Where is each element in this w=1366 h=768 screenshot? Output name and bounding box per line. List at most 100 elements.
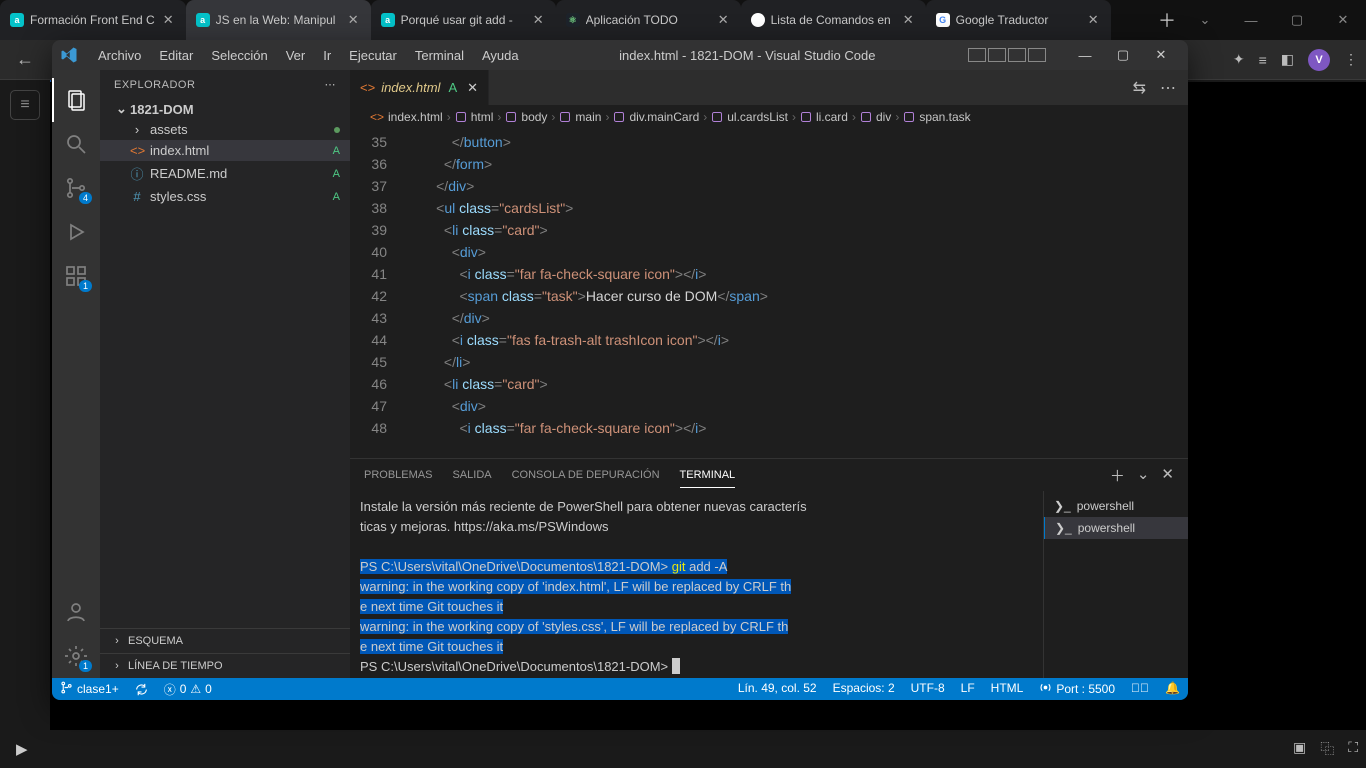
terminal-instance[interactable]: ❯_powershell (1044, 517, 1188, 539)
close-icon[interactable]: ✕ (1320, 0, 1366, 40)
code-line[interactable]: 42 <span class="task">Hacer curso de DOM… (350, 285, 1188, 307)
breadcrumb-item[interactable]: main (559, 110, 601, 124)
encoding-indicator[interactable]: UTF-8 (903, 681, 953, 695)
maximize-icon[interactable]: ▢ (1274, 0, 1320, 40)
vscode-maximize-icon[interactable]: ▢ (1104, 40, 1142, 70)
browser-tab[interactable]: ⚛Aplicación TODO✕ (556, 0, 741, 40)
new-terminal-icon[interactable]: ＋ (1110, 459, 1125, 492)
minimize-icon[interactable]: ― (1228, 0, 1274, 40)
source-control-icon[interactable]: 4 (52, 166, 100, 210)
play-icon[interactable]: ▶ (8, 736, 36, 762)
code-line[interactable]: 46 <li class="card"> (350, 373, 1188, 395)
breadcrumb-item[interactable]: div (860, 110, 891, 124)
panel-tab-salida[interactable]: SALIDA (452, 463, 491, 487)
account-icon[interactable] (52, 590, 100, 634)
language-indicator[interactable]: HTML (983, 681, 1032, 695)
close-tab-icon[interactable]: ✕ (161, 12, 176, 28)
new-tab-button[interactable]: ＋ (1152, 0, 1182, 40)
profile-avatar[interactable]: V (1308, 49, 1330, 71)
live-server-indicator[interactable]: Port : 5500 (1031, 681, 1123, 697)
vscode-close-icon[interactable]: ✕ (1142, 40, 1180, 70)
menu-archivo[interactable]: Archivo (90, 44, 149, 67)
settings-gear-icon[interactable]: 1 (52, 634, 100, 678)
vscode-titlebar[interactable]: ArchivoEditarSelecciónVerIrEjecutarTermi… (52, 40, 1188, 70)
code-line[interactable]: 38 <ul class="cardsList"> (350, 197, 1188, 219)
notifications-icon[interactable]: 🔔 (1157, 681, 1188, 695)
layout-right-icon[interactable] (1008, 48, 1026, 62)
code-line[interactable]: 47 <div> (350, 395, 1188, 417)
code-line[interactable]: 44 <i class="fas fa-trash-alt trashIcon … (350, 329, 1188, 351)
code-line[interactable]: 40 <div> (350, 241, 1188, 263)
panel-tab-terminal[interactable]: TERMINAL (680, 463, 736, 488)
workspace-root[interactable]: ⌄ 1821-DOM (100, 99, 350, 119)
menu-ir[interactable]: Ir (315, 44, 339, 67)
menu-editar[interactable]: Editar (151, 44, 201, 67)
sidepanel-icon[interactable]: ◧ (1281, 51, 1294, 68)
layout-left-icon[interactable] (968, 48, 986, 62)
menu-selección[interactable]: Selección (203, 44, 275, 67)
more-icon[interactable]: ⋯ (1160, 78, 1176, 98)
breadcrumb-item[interactable]: ul.cardsList (711, 110, 788, 124)
eol-indicator[interactable]: LF (953, 681, 983, 695)
chevron-down-icon[interactable]: ⌄ (1182, 0, 1228, 40)
editor-tab-index-html[interactable]: <> index.html A ✕ (350, 70, 489, 105)
side-menu-icon[interactable]: ≡ (10, 90, 40, 120)
outline-section[interactable]: ›ESQUEMA (100, 628, 350, 653)
breadcrumb-item[interactable]: li.card (800, 110, 848, 124)
fullscreen-icon[interactable]: ⛶ (1348, 739, 1358, 759)
browser-tab[interactable]: GGoogle Traductor✕ (926, 0, 1111, 40)
menu-terminal[interactable]: Terminal (407, 44, 472, 67)
close-tab-icon[interactable]: ✕ (346, 12, 361, 28)
kebab-menu-icon[interactable]: ⋮ (1344, 51, 1358, 68)
close-tab-icon[interactable]: ✕ (901, 12, 916, 28)
code-editor[interactable]: 35 </button>36 </form>37 </div>38 <ul cl… (350, 129, 1188, 458)
panel-tab-consola-de-depuración[interactable]: CONSOLA DE DEPURACIÓN (512, 463, 660, 487)
problems-indicator[interactable]: ⓧ0 ⚠0 (156, 678, 220, 700)
split-terminal-icon[interactable]: ⌄ (1137, 459, 1150, 492)
vscode-minimize-icon[interactable]: ― (1066, 40, 1104, 70)
folder-assets[interactable]: ›assets (100, 119, 350, 140)
file-styles.css[interactable]: #styles.cssA (100, 186, 350, 207)
breadcrumb-item[interactable]: div.mainCard (613, 110, 699, 124)
code-line[interactable]: 35 </button> (350, 131, 1188, 153)
more-icon[interactable]: ⋯ (325, 78, 337, 91)
code-line[interactable]: 48 <i class="far fa-check-square icon"><… (350, 417, 1188, 439)
close-tab-icon[interactable]: ✕ (531, 12, 546, 28)
terminal-output[interactable]: Instale la versión más reciente de Power… (350, 491, 1043, 678)
playlist-icon[interactable]: ≡ (1259, 52, 1267, 68)
sync-indicator[interactable] (127, 678, 156, 700)
close-tab-icon[interactable]: ✕ (716, 12, 731, 28)
breadcrumbs[interactable]: <>index.html›html›body›main›div.mainCard… (350, 105, 1188, 129)
code-line[interactable]: 36 </form> (350, 153, 1188, 175)
layout-bottom-icon[interactable] (988, 48, 1006, 62)
prettier-indicator[interactable]: ✓⃝ (1123, 681, 1157, 695)
terminal-instance[interactable]: ❯_powershell (1044, 495, 1188, 517)
code-line[interactable]: 43 </div> (350, 307, 1188, 329)
explorer-icon[interactable] (52, 78, 100, 122)
branch-indicator[interactable]: clase1+ (52, 678, 127, 700)
run-debug-icon[interactable] (52, 210, 100, 254)
file-index.html[interactable]: <>index.htmlA (100, 140, 350, 161)
devices-icon[interactable]: ⿻ (1320, 739, 1334, 759)
screenshot-icon[interactable]: ▣ (1293, 739, 1306, 759)
cursor-position[interactable]: Lín. 49, col. 52 (730, 681, 825, 695)
extensions-icon[interactable]: 1 (52, 254, 100, 298)
breadcrumb-item[interactable]: <>index.html (370, 110, 443, 124)
back-icon[interactable]: ← (8, 45, 42, 74)
browser-tab[interactable]: aPorqué usar git add -✕ (371, 0, 556, 40)
menu-ver[interactable]: Ver (278, 44, 314, 67)
breadcrumb-item[interactable]: body (505, 110, 547, 124)
menu-ayuda[interactable]: Ayuda (474, 44, 527, 67)
code-line[interactable]: 39 <li class="card"> (350, 219, 1188, 241)
breadcrumb-item[interactable]: html (455, 110, 494, 124)
breadcrumb-item[interactable]: span.task (903, 110, 970, 124)
layout-controls[interactable] (968, 48, 1046, 62)
close-tab-icon[interactable]: ✕ (467, 80, 478, 96)
close-tab-icon[interactable]: ✕ (1086, 12, 1101, 28)
browser-tab[interactable]: aJS en la Web: Manipul✕ (186, 0, 371, 40)
timeline-section[interactable]: ›LÍNEA DE TIEMPO (100, 653, 350, 678)
code-line[interactable]: 41 <i class="far fa-check-square icon"><… (350, 263, 1188, 285)
close-panel-icon[interactable]: ✕ (1161, 459, 1174, 492)
indent-indicator[interactable]: Espacios: 2 (825, 681, 903, 695)
search-icon[interactable] (52, 122, 100, 166)
